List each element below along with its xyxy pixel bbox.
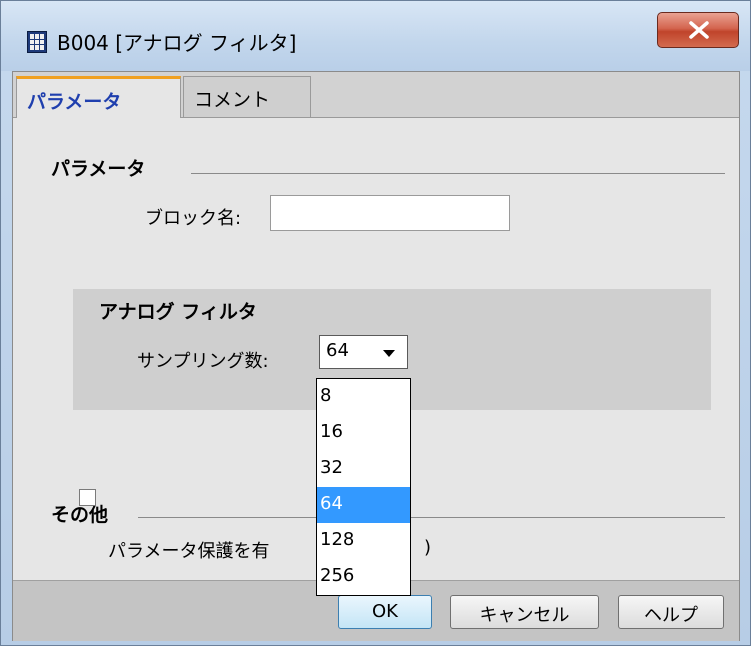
window-title: B004 [アナログ フィルタ] bbox=[57, 31, 297, 55]
close-button[interactable] bbox=[657, 12, 739, 48]
other-separator bbox=[138, 517, 725, 518]
cancel-button[interactable]: キャンセル bbox=[450, 595, 599, 629]
sampling-count-label: サンプリング数: bbox=[137, 351, 269, 372]
dropdown-option[interactable]: 128 bbox=[317, 523, 410, 559]
parameters-separator bbox=[191, 173, 725, 174]
sampling-count-dropdown-list[interactable]: 8 16 32 64 128 256 bbox=[316, 378, 411, 596]
tab-parameters[interactable]: パラメータ bbox=[16, 76, 181, 118]
sampling-count-value: 64 bbox=[326, 340, 349, 361]
dropdown-option[interactable]: 256 bbox=[317, 559, 410, 595]
sampling-count-select[interactable]: 64 bbox=[319, 335, 408, 369]
ok-button[interactable]: OK bbox=[338, 595, 432, 629]
dialog-window: B004 [アナログ フィルタ] パラメータ コメント パラメータ ブロック名:… bbox=[0, 0, 751, 646]
analog-filter-section-title: アナログ フィルタ bbox=[99, 301, 257, 323]
close-icon bbox=[689, 21, 709, 39]
parameters-section-title: パラメータ bbox=[51, 158, 146, 180]
block-name-input[interactable] bbox=[270, 195, 510, 231]
block-name-label: ブロック名: bbox=[145, 208, 242, 229]
chevron-down-icon bbox=[383, 350, 395, 357]
dropdown-option[interactable]: 8 bbox=[317, 379, 410, 415]
tab-comment[interactable]: コメント bbox=[183, 76, 311, 117]
help-button[interactable]: ヘルプ bbox=[618, 595, 724, 629]
tab-bar: パラメータ コメント bbox=[13, 72, 739, 118]
dropdown-option[interactable]: 32 bbox=[317, 451, 410, 487]
dropdown-option[interactable]: 16 bbox=[317, 415, 410, 451]
block-icon bbox=[27, 31, 47, 53]
protect-parameters-label-tail: ) bbox=[424, 537, 432, 558]
dropdown-option-selected[interactable]: 64 bbox=[317, 487, 410, 523]
title-bar[interactable]: B004 [アナログ フィルタ] bbox=[1, 1, 750, 71]
protect-parameters-checkbox[interactable] bbox=[79, 489, 96, 506]
protect-parameters-label: パラメータ保護を有 bbox=[108, 541, 270, 562]
